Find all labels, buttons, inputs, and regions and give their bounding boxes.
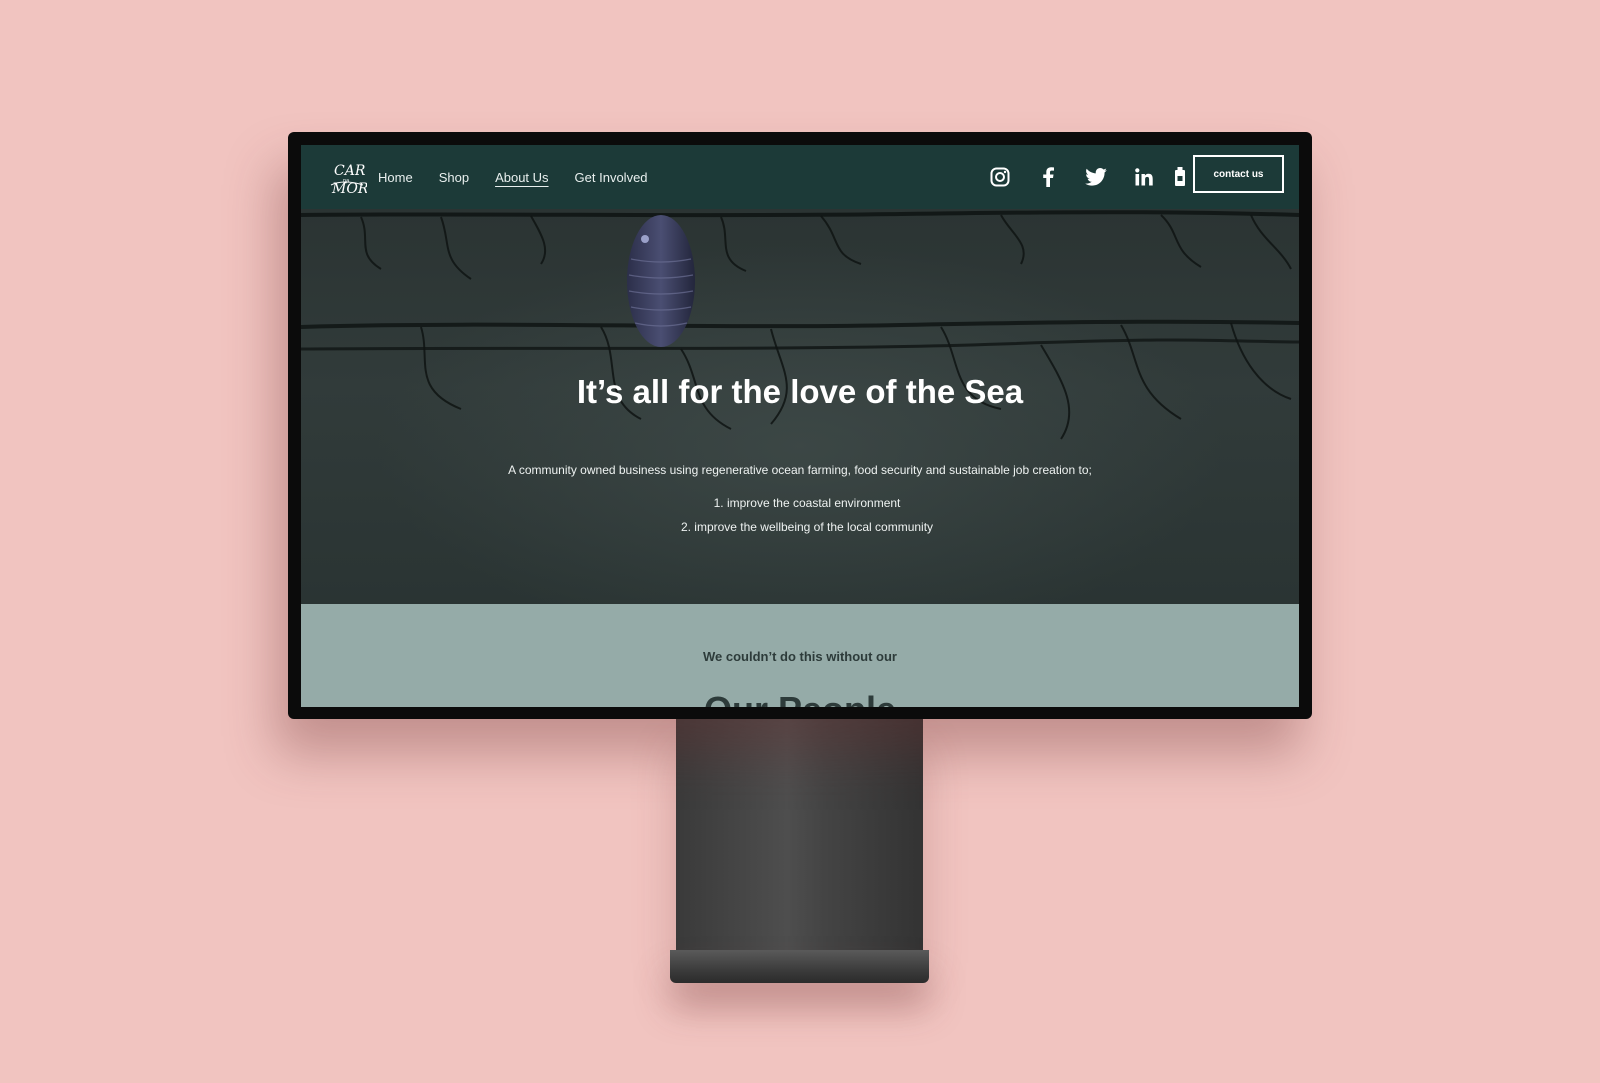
twitter-icon[interactable] — [1072, 145, 1120, 209]
bottle-icon[interactable] — [1168, 145, 1192, 209]
hero-section: It’s all for the love of the Sea A commu… — [301, 209, 1299, 604]
hero-title: It’s all for the love of the Sea — [576, 373, 1024, 410]
linkedin-icon[interactable] — [1120, 145, 1168, 209]
nav-home-link[interactable]: Home — [378, 170, 413, 185]
nav-links: Home Shop About Us Get Involved — [378, 145, 648, 209]
monitor-screen: CAR na MOR Home Shop About Us Get Involv… — [301, 145, 1299, 707]
people-section: We couldn’t do this without our Our Peop… — [301, 604, 1299, 707]
car-mor-logo[interactable]: CAR na MOR — [329, 155, 369, 199]
social-links — [976, 145, 1192, 209]
people-subtitle: We couldn’t do this without our — [702, 649, 897, 664]
list-item: 1. improve the coastal environment — [713, 496, 901, 510]
hero-description: A community owned business using regener… — [508, 463, 1092, 477]
hero-goals-list: 1. improve the coastal environment 2. im… — [301, 491, 1299, 539]
monitor-foot — [670, 950, 929, 983]
contact-us-button[interactable]: contact us — [1193, 155, 1284, 193]
top-nav: CAR na MOR Home Shop About Us Get Involv… — [301, 145, 1299, 209]
monitor-stand — [676, 718, 923, 953]
people-title: Our People — [301, 689, 1299, 707]
list-item: 2. improve the wellbeing of the local co… — [680, 520, 934, 534]
facebook-icon[interactable] — [1024, 145, 1072, 209]
svg-text:CAR: CAR — [334, 163, 366, 179]
nav-get-involved-link[interactable]: Get Involved — [575, 170, 648, 185]
nav-shop-link[interactable]: Shop — [439, 170, 469, 185]
nav-about-link[interactable]: About Us — [495, 170, 548, 185]
instagram-icon[interactable] — [976, 145, 1024, 209]
